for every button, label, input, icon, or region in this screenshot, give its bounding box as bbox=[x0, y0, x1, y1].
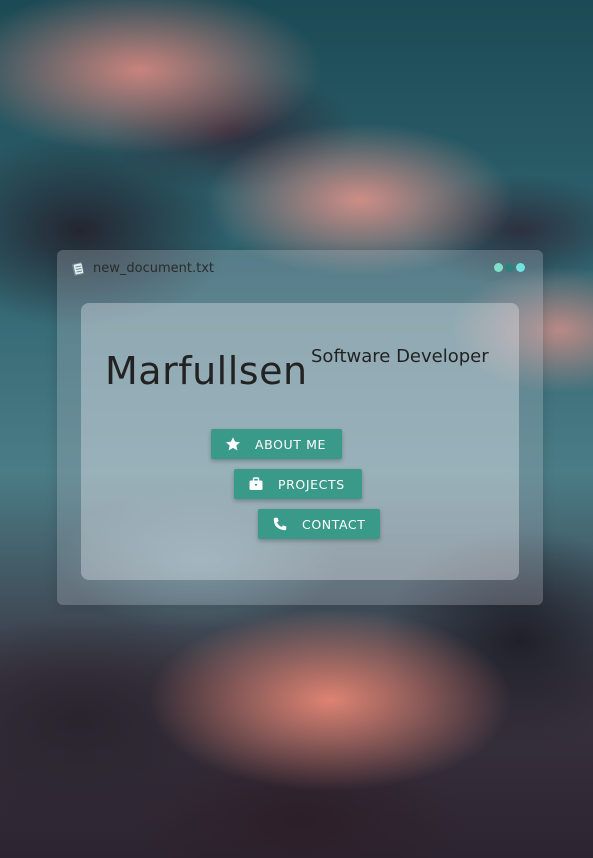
contact-button[interactable]: CONTACT bbox=[258, 509, 380, 539]
sky-background: new_document.txt Marfullsen Software Dev… bbox=[0, 0, 593, 858]
dot-teal[interactable] bbox=[505, 263, 514, 272]
hero-subtitle: Software Developer bbox=[311, 346, 489, 367]
window-titlebar: new_document.txt bbox=[57, 250, 543, 288]
hero-name: Marfullsen bbox=[105, 349, 308, 393]
phone-icon bbox=[273, 517, 287, 531]
briefcase-icon bbox=[249, 477, 263, 490]
window-title: new_document.txt bbox=[93, 261, 214, 276]
dot-mint[interactable] bbox=[494, 263, 503, 272]
contact-label: CONTACT bbox=[302, 516, 366, 532]
document-window: new_document.txt Marfullsen Software Dev… bbox=[57, 250, 543, 605]
content-panel: Marfullsen Software Developer ABOUT ME P… bbox=[81, 303, 519, 580]
about-me-label: ABOUT ME bbox=[255, 436, 326, 452]
window-controls bbox=[492, 263, 525, 273]
projects-button[interactable]: PROJECTS bbox=[234, 469, 362, 499]
dot-cyan[interactable] bbox=[516, 263, 525, 272]
star-icon bbox=[226, 437, 240, 451]
about-me-button[interactable]: ABOUT ME bbox=[211, 429, 342, 459]
projects-label: PROJECTS bbox=[278, 476, 345, 492]
document-icon bbox=[72, 262, 84, 276]
